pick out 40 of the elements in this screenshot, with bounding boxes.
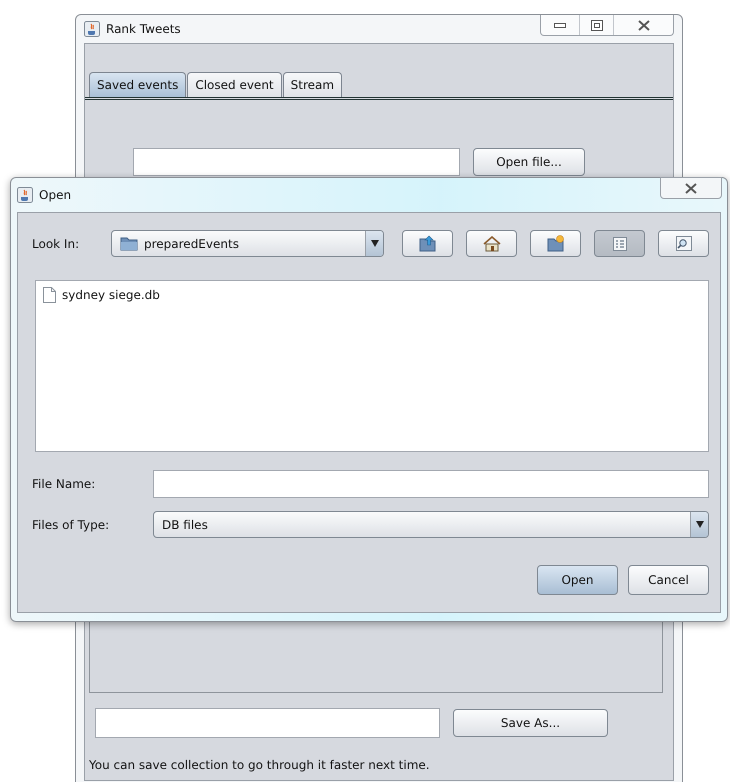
close-icon: [685, 182, 697, 194]
maximize-icon: [590, 20, 602, 30]
file-name-label: File Name:: [32, 477, 96, 491]
file-type-label: Files of Type:: [32, 518, 110, 532]
toolbar-button[interactable]: [658, 230, 709, 257]
toolbar-button[interactable]: [530, 230, 581, 257]
file-name-field[interactable]: [153, 470, 709, 498]
open-file-button[interactable]: Open file...: [473, 148, 585, 176]
dropdown-arrow-icon: [370, 240, 378, 247]
save-as-button[interactable]: Save As...: [453, 709, 608, 737]
dialog-button[interactable]: Cancel: [628, 565, 709, 595]
dropdown-arrow-icon: [696, 521, 704, 528]
minimize-icon: [554, 22, 566, 28]
app-icon: [17, 187, 33, 203]
list-view-icon: [612, 236, 626, 250]
close-icon: [638, 20, 650, 30]
tab[interactable]: Closed event: [187, 72, 282, 97]
look-in-label: Look In:: [32, 236, 80, 250]
tab[interactable]: Saved events: [89, 72, 186, 97]
look-in-dropdown[interactable]: preparedEvents: [111, 230, 384, 257]
toolbar-button[interactable]: [466, 230, 517, 257]
app-icon: [84, 21, 100, 37]
hint-text: You can save collection to go through it faster next time.: [89, 758, 431, 772]
dialog-button[interactable]: Open: [537, 565, 618, 595]
tab[interactable]: Stream: [282, 72, 342, 97]
file-type-dropdown[interactable]: DB files: [153, 511, 709, 538]
file-item[interactable]: sydney siege.db: [62, 288, 160, 302]
dialog-title: Open: [39, 188, 72, 202]
file-icon: [43, 287, 56, 303]
new-folder-icon: [546, 235, 564, 252]
toolbar-button[interactable]: [594, 230, 645, 257]
save-name-field[interactable]: [95, 708, 440, 738]
file-path-field[interactable]: [133, 148, 460, 176]
toolbar-button[interactable]: [402, 230, 453, 257]
folder-up-icon: [418, 235, 436, 252]
window-title: Rank Tweets: [106, 22, 181, 36]
home-icon: [482, 236, 500, 252]
details-view-icon: [676, 236, 692, 251]
folder-icon: [120, 236, 138, 251]
close-button[interactable]: [660, 177, 722, 199]
